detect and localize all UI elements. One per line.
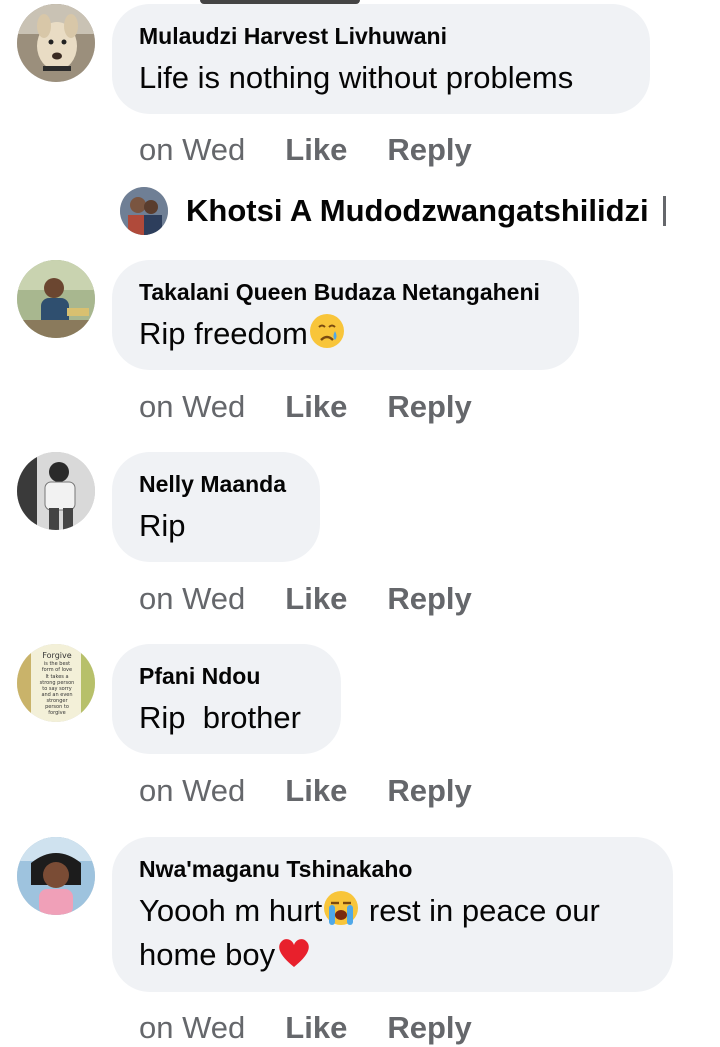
comment-bubble[interactable]: Takalani Queen Budaza Netangaheni Rip fr… xyxy=(112,260,579,370)
comment-bubble[interactable]: Nwa'maganu Tshinakaho Yoooh m hurt rest … xyxy=(112,837,673,992)
reply-button[interactable]: Reply xyxy=(387,773,471,809)
reply-author[interactable]: Khotsi A Mudodzwangatshilidzi xyxy=(186,193,649,229)
reply-preview[interactable]: Khotsi A Mudodzwangatshilidzi xyxy=(120,187,666,235)
text-cursor xyxy=(662,196,666,226)
person-bw-avatar-icon xyxy=(17,452,95,530)
reply-button[interactable]: Reply xyxy=(387,581,471,617)
comment-text-line1b: rest in peace our xyxy=(360,893,600,928)
comment-actions: on Wed Like Reply xyxy=(139,773,472,809)
comment-actions: on Wed Like Reply xyxy=(139,1010,472,1046)
comment-bubble[interactable]: Nelly Maanda Rip xyxy=(112,452,320,562)
like-button[interactable]: Like xyxy=(285,132,347,168)
avatar[interactable] xyxy=(17,452,95,530)
like-button[interactable]: Like xyxy=(285,581,347,617)
comment-text: Life is nothing without problems xyxy=(139,60,574,95)
reply-button[interactable]: Reply xyxy=(387,132,471,168)
couple-avatar-icon xyxy=(120,187,168,235)
reply-avatar[interactable] xyxy=(120,187,168,235)
comment-actions: on Wed Like Reply xyxy=(139,581,472,617)
comment-time[interactable]: on Wed xyxy=(139,581,245,617)
child-avatar-icon xyxy=(17,837,95,915)
comment-text: Yoooh m hurt rest in peace our xyxy=(139,889,645,933)
reply-button[interactable]: Reply xyxy=(387,1010,471,1046)
comment-time[interactable]: on Wed xyxy=(139,389,245,425)
like-button[interactable]: Like xyxy=(285,389,347,425)
comment-text-line2: home boy xyxy=(139,937,276,972)
comment-text-line1: Yoooh m hurt xyxy=(139,893,323,928)
like-button[interactable]: Like xyxy=(285,773,347,809)
comment-author[interactable]: Nwa'maganu Tshinakaho xyxy=(139,855,645,883)
avatar[interactable] xyxy=(17,260,95,338)
comment-text: Rip xyxy=(139,508,186,543)
avatar[interactable] xyxy=(17,4,95,82)
comment-text-line2-wrap: home boy xyxy=(139,933,645,977)
comment-time[interactable]: on Wed xyxy=(139,773,245,809)
crying-face-emoji-icon xyxy=(309,314,344,348)
avatar[interactable]: Forgive is the best form of love It take… xyxy=(17,644,95,722)
comment-actions: on Wed Like Reply xyxy=(139,389,472,425)
reply-button[interactable]: Reply xyxy=(387,389,471,425)
avatar[interactable] xyxy=(17,837,95,915)
comment-text: Rip freedom xyxy=(139,312,551,356)
quote-line: Forgive xyxy=(42,651,71,660)
comment-bubble[interactable]: Pfani Ndou Rip brother xyxy=(112,644,341,754)
quote-line: forgive xyxy=(48,710,65,716)
dog-avatar-icon xyxy=(17,4,95,82)
comment-author[interactable]: Takalani Queen Budaza Netangaheni xyxy=(139,278,551,306)
red-heart-emoji-icon xyxy=(279,939,309,967)
comment-author[interactable]: Mulaudzi Harvest Livhuwani xyxy=(139,22,622,50)
comment-text: Rip brother xyxy=(139,700,301,735)
comment-bubble[interactable]: Mulaudzi Harvest Livhuwani Life is nothi… xyxy=(112,4,650,114)
quote-avatar-icon: Forgive is the best form of love It take… xyxy=(17,644,95,722)
comment-author[interactable]: Nelly Maanda xyxy=(139,470,292,498)
comment-text-content: Rip freedom xyxy=(139,316,308,351)
comment-author[interactable]: Pfani Ndou xyxy=(139,662,313,690)
person-avatar-icon xyxy=(17,260,95,338)
loudly-crying-face-emoji-icon xyxy=(324,891,359,925)
comment-time[interactable]: on Wed xyxy=(139,132,245,168)
like-button[interactable]: Like xyxy=(285,1010,347,1046)
comment-time[interactable]: on Wed xyxy=(139,1010,245,1046)
comment-actions: on Wed Like Reply xyxy=(139,132,472,168)
quote-line: form of love xyxy=(42,667,72,673)
